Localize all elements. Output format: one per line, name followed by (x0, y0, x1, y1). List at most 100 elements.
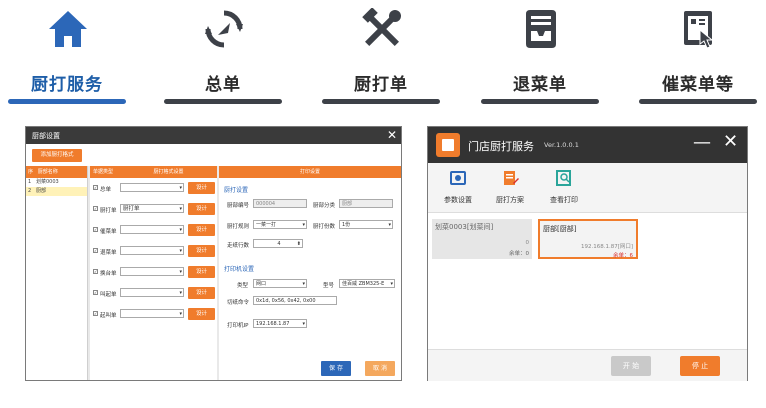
view-print-button[interactable]: 查看打印 (540, 169, 588, 205)
chevron-down-icon: ▾ (302, 281, 305, 287)
chevron-down-icon: ▾ (179, 311, 182, 317)
checkbox[interactable]: ✓ (93, 185, 98, 190)
cancel-button[interactable]: 取 消 (365, 361, 395, 376)
tray-icon (526, 10, 556, 48)
nav-item-return-order[interactable]: 退菜单 (481, 0, 599, 110)
nav-underline (481, 99, 599, 104)
chevron-down-icon: ▾ (179, 206, 182, 212)
add-print-format-button[interactable]: 添加厨打格式 (32, 149, 82, 162)
design-button[interactable]: 设计 (188, 287, 215, 299)
start-button[interactable]: 开 始 (611, 356, 651, 376)
format-select[interactable]: 厨打单 ▾ (120, 204, 184, 213)
tools-icon (362, 8, 401, 46)
doc-type-row: ✓ 换台单 ▾ 设计 (90, 262, 217, 283)
kitchen-card[interactable]: 厨部[厨部] 192.168.1.87[网口] 余单：6 (538, 219, 638, 259)
format-select[interactable]: ▾ (120, 225, 184, 234)
list-item[interactable]: 1 划菜0003 (26, 178, 87, 187)
row-name: 划菜0003 (35, 179, 59, 185)
window-title: 门店厨打服务 (468, 140, 534, 153)
card-address: 0 (525, 240, 530, 246)
format-select[interactable]: ▾ (120, 309, 184, 318)
chevron-down-icon: ▾ (302, 222, 305, 228)
minimize-icon[interactable]: — (693, 133, 711, 153)
toolbar-label: 查看打印 (550, 196, 578, 204)
cut-command-field[interactable]: 0x1d, 0x56, 0x42, 0x00 (253, 296, 337, 305)
checkbox[interactable]: ✓ (93, 269, 98, 274)
kitchen-settings-dialog: 厨部设置 ✕ 添加厨打格式 序 厨部名称 1 划菜0003 2 厨部 单据类型 … (25, 126, 402, 381)
printer-section-title: 打印机设置 (224, 266, 255, 273)
parameter-settings-button[interactable]: 参数设置 (434, 169, 482, 205)
nav-label: 催菜单等 (662, 75, 734, 95)
doc-type-label: 厨打单 (100, 208, 117, 214)
nav-label: 退菜单 (513, 75, 567, 95)
print-scheme-button[interactable]: 厨打方案 (486, 169, 534, 205)
doc-type-label: 叫起单 (100, 292, 117, 298)
stop-button[interactable]: 停 止 (680, 356, 720, 376)
dialog-body: 序 厨部名称 1 划菜0003 2 厨部 单据类型 厨打格式设置 ✓ 总单 ▾ (26, 166, 401, 380)
column-header-doc-type: 单据类型 (93, 169, 114, 175)
nav-label: 厨打单 (354, 75, 408, 95)
doc-type-label: 催菜单 (100, 229, 117, 235)
printer-ip-value: 192.168.1.87 (256, 321, 290, 327)
print-copies-select[interactable]: 1份 ▾ (339, 220, 393, 229)
dialog-title: 厨部设置 (32, 132, 60, 140)
print-rule-select[interactable]: 一菜一打 ▾ (253, 220, 307, 229)
checkbox[interactable]: ✓ (93, 227, 98, 232)
feed-lines-stepper[interactable]: 4 ⬍ (253, 239, 303, 248)
format-select[interactable]: ▾ (120, 183, 184, 192)
nav-underline (639, 99, 757, 104)
stepper-arrows-icon: ⬍ (296, 241, 301, 247)
column-header-no: 序 (28, 169, 34, 175)
format-select[interactable]: ▾ (120, 246, 184, 255)
nav-item-urge-order[interactable]: 催菜单等 (639, 0, 757, 110)
close-icon[interactable]: ✕ (387, 128, 397, 142)
design-button[interactable]: 设计 (188, 203, 215, 215)
document-type-panel: 单据类型 厨打格式设置 ✓ 总单 ▾ 设计 ✓ 厨打单 厨打单 ▾ 设计 ✓ 催菜… (90, 166, 217, 380)
document-type-header: 单据类型 厨打格式设置 (90, 166, 217, 178)
toolbar: 参数设置 厨打方案 查看打印 (428, 163, 747, 213)
doc-type-row: ✓ 总单 ▾ 设计 (90, 178, 217, 199)
checkbox[interactable]: ✓ (93, 206, 98, 211)
checkbox[interactable]: ✓ (93, 290, 98, 295)
checkbox[interactable]: ✓ (93, 248, 98, 253)
kitchen-card[interactable]: 划菜0003[划菜间] 0 余单：0 (432, 219, 532, 259)
printer-ip-label: 打印机IP (227, 323, 249, 329)
design-button[interactable]: 设计 (188, 266, 215, 278)
format-select[interactable]: ▾ (120, 288, 184, 297)
design-button[interactable]: 设计 (188, 245, 215, 257)
chevron-down-icon: ▾ (179, 290, 182, 296)
printer-type-select[interactable]: 网口 ▾ (253, 279, 307, 288)
version-label: Ver.1.0.0.1 (544, 141, 579, 149)
print-rule-label: 厨打规则 (227, 224, 250, 230)
home-icon (49, 11, 87, 47)
nav-item-kitchen-order[interactable]: 厨打单 (322, 0, 440, 110)
checkbox[interactable]: ✓ (93, 311, 98, 316)
card-remaining: 余单：6 (613, 253, 633, 259)
design-button[interactable]: 设计 (188, 308, 215, 320)
design-button[interactable]: 设计 (188, 224, 215, 236)
print-rule-value: 一菜一打 (256, 222, 277, 228)
nav-item-summary[interactable]: 总单 (164, 0, 282, 110)
column-header-format: 厨打格式设置 (153, 169, 184, 175)
printer-ip-select[interactable]: 192.168.1.87 ▾ (253, 319, 307, 328)
app-logo-icon (436, 133, 460, 157)
doc-type-row: ✓ 退菜单 ▾ 设计 (90, 241, 217, 262)
format-select[interactable]: ▾ (120, 267, 184, 276)
print-settings-panel: 打印设置 厨打设置 厨部编号 000004 厨部分类 厨部 厨打规则 一菜一打 ▾… (219, 166, 401, 380)
card-remaining: 余单：0 (509, 251, 529, 257)
close-icon[interactable]: ✕ (723, 132, 738, 152)
list-item[interactable]: 2 厨部 (26, 187, 87, 196)
nav-item-kitchen-print-service[interactable]: 厨打服务 (8, 0, 126, 110)
doc-type-row: ✓ 叫起单 ▾ 设计 (90, 283, 217, 304)
save-button[interactable]: 保 存 (321, 361, 351, 376)
design-button[interactable]: 设计 (188, 182, 215, 194)
chevron-down-icon: ▾ (179, 269, 182, 275)
doc-type-row: ✓ 催菜单 ▾ 设计 (90, 220, 217, 241)
nav-label: 厨打服务 (31, 75, 103, 95)
nav-label: 总单 (205, 75, 241, 95)
printer-model-select[interactable]: 佳百威 ZBM325-E ▾ (339, 279, 395, 288)
card-name: 划菜0003[划菜间] (435, 223, 494, 231)
printer-type-value: 网口 (256, 281, 267, 287)
kitchen-list-header: 序 厨部名称 (26, 166, 87, 178)
nav-underline (164, 99, 282, 104)
